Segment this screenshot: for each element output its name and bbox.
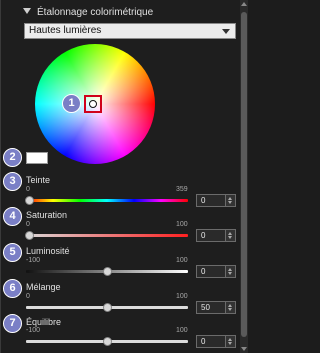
scrollbar-thumb[interactable]: [241, 12, 247, 337]
picker-dot-icon: [89, 100, 97, 108]
slider-label-saturation: Saturation: [26, 210, 68, 220]
teinte-min: 0: [26, 186, 30, 193]
equilibre-min: -100: [26, 327, 41, 334]
stepper-down-icon[interactable]: [228, 201, 232, 204]
callout-4: 4: [3, 207, 22, 226]
collapse-triangle-icon[interactable]: [23, 8, 31, 14]
teinte-stepper[interactable]: [225, 195, 235, 206]
luminosite-value: 0: [201, 267, 206, 276]
luminosite-input[interactable]: 0: [196, 265, 236, 278]
saturation-value: 0: [201, 231, 206, 240]
luminosite-stepper[interactable]: [225, 266, 235, 277]
luminosite-min: -100: [26, 257, 41, 264]
stepper-down-icon[interactable]: [228, 342, 232, 345]
scroll-down-icon[interactable]: [241, 347, 247, 351]
luminosite-max: 100: [176, 257, 188, 264]
equilibre-input[interactable]: 0: [196, 335, 236, 348]
section-title: Étalonnage colorimétrique: [37, 7, 154, 18]
saturation-stepper[interactable]: [225, 230, 235, 241]
teinte-slider-track[interactable]: [26, 199, 188, 202]
teinte-input[interactable]: 0: [196, 194, 236, 207]
saturation-slider-track[interactable]: [26, 234, 188, 237]
callout-7: 7: [3, 314, 22, 333]
slider-label-luminosite: Luminosité: [26, 246, 70, 256]
equilibre-stepper[interactable]: [225, 336, 235, 347]
equilibre-value: 0: [201, 337, 206, 346]
melange-input[interactable]: 50: [196, 301, 236, 314]
saturation-min: 0: [26, 221, 30, 228]
teinte-max: 359: [176, 186, 188, 193]
melange-slider-thumb[interactable]: [103, 303, 112, 312]
teinte-value: 0: [201, 196, 206, 205]
teinte-slider-thumb[interactable]: [25, 196, 34, 205]
color-picker-target[interactable]: [84, 95, 102, 113]
saturation-max: 100: [176, 221, 188, 228]
stepper-up-icon[interactable]: [228, 197, 232, 200]
scrollbar[interactable]: [240, 0, 248, 353]
equilibre-slider-thumb[interactable]: [103, 337, 112, 346]
callout-2: 2: [3, 148, 22, 167]
callout-3: 3: [3, 172, 22, 191]
melange-max: 100: [176, 293, 188, 300]
stepper-down-icon[interactable]: [228, 236, 232, 239]
mode-dropdown[interactable]: Hautes lumières: [24, 23, 236, 39]
color-grading-panel: Étalonnage colorimétrique Hautes lumière…: [0, 0, 248, 353]
melange-min: 0: [26, 293, 30, 300]
slider-label-melange: Mélange: [26, 282, 61, 292]
melange-stepper[interactable]: [225, 302, 235, 313]
callout-5: 5: [3, 243, 22, 262]
stepper-up-icon[interactable]: [228, 268, 232, 271]
chevron-down-icon: [222, 29, 230, 34]
callout-1: 1: [62, 94, 81, 113]
scroll-up-icon[interactable]: [241, 2, 247, 6]
stepper-down-icon[interactable]: [228, 308, 232, 311]
slider-label-teinte: Teinte: [26, 175, 51, 185]
melange-value: 50: [201, 303, 210, 312]
color-swatch: [26, 152, 48, 164]
stepper-up-icon[interactable]: [228, 232, 232, 235]
section-header[interactable]: Étalonnage colorimétrique: [23, 6, 153, 20]
equilibre-max: 100: [176, 327, 188, 334]
stepper-up-icon[interactable]: [228, 304, 232, 307]
callout-6: 6: [3, 279, 22, 298]
saturation-input[interactable]: 0: [196, 229, 236, 242]
mode-dropdown-value: Hautes lumières: [29, 25, 102, 36]
stepper-down-icon[interactable]: [228, 272, 232, 275]
saturation-slider-thumb[interactable]: [25, 231, 34, 240]
stepper-up-icon[interactable]: [228, 338, 232, 341]
luminosite-slider-thumb[interactable]: [103, 267, 112, 276]
